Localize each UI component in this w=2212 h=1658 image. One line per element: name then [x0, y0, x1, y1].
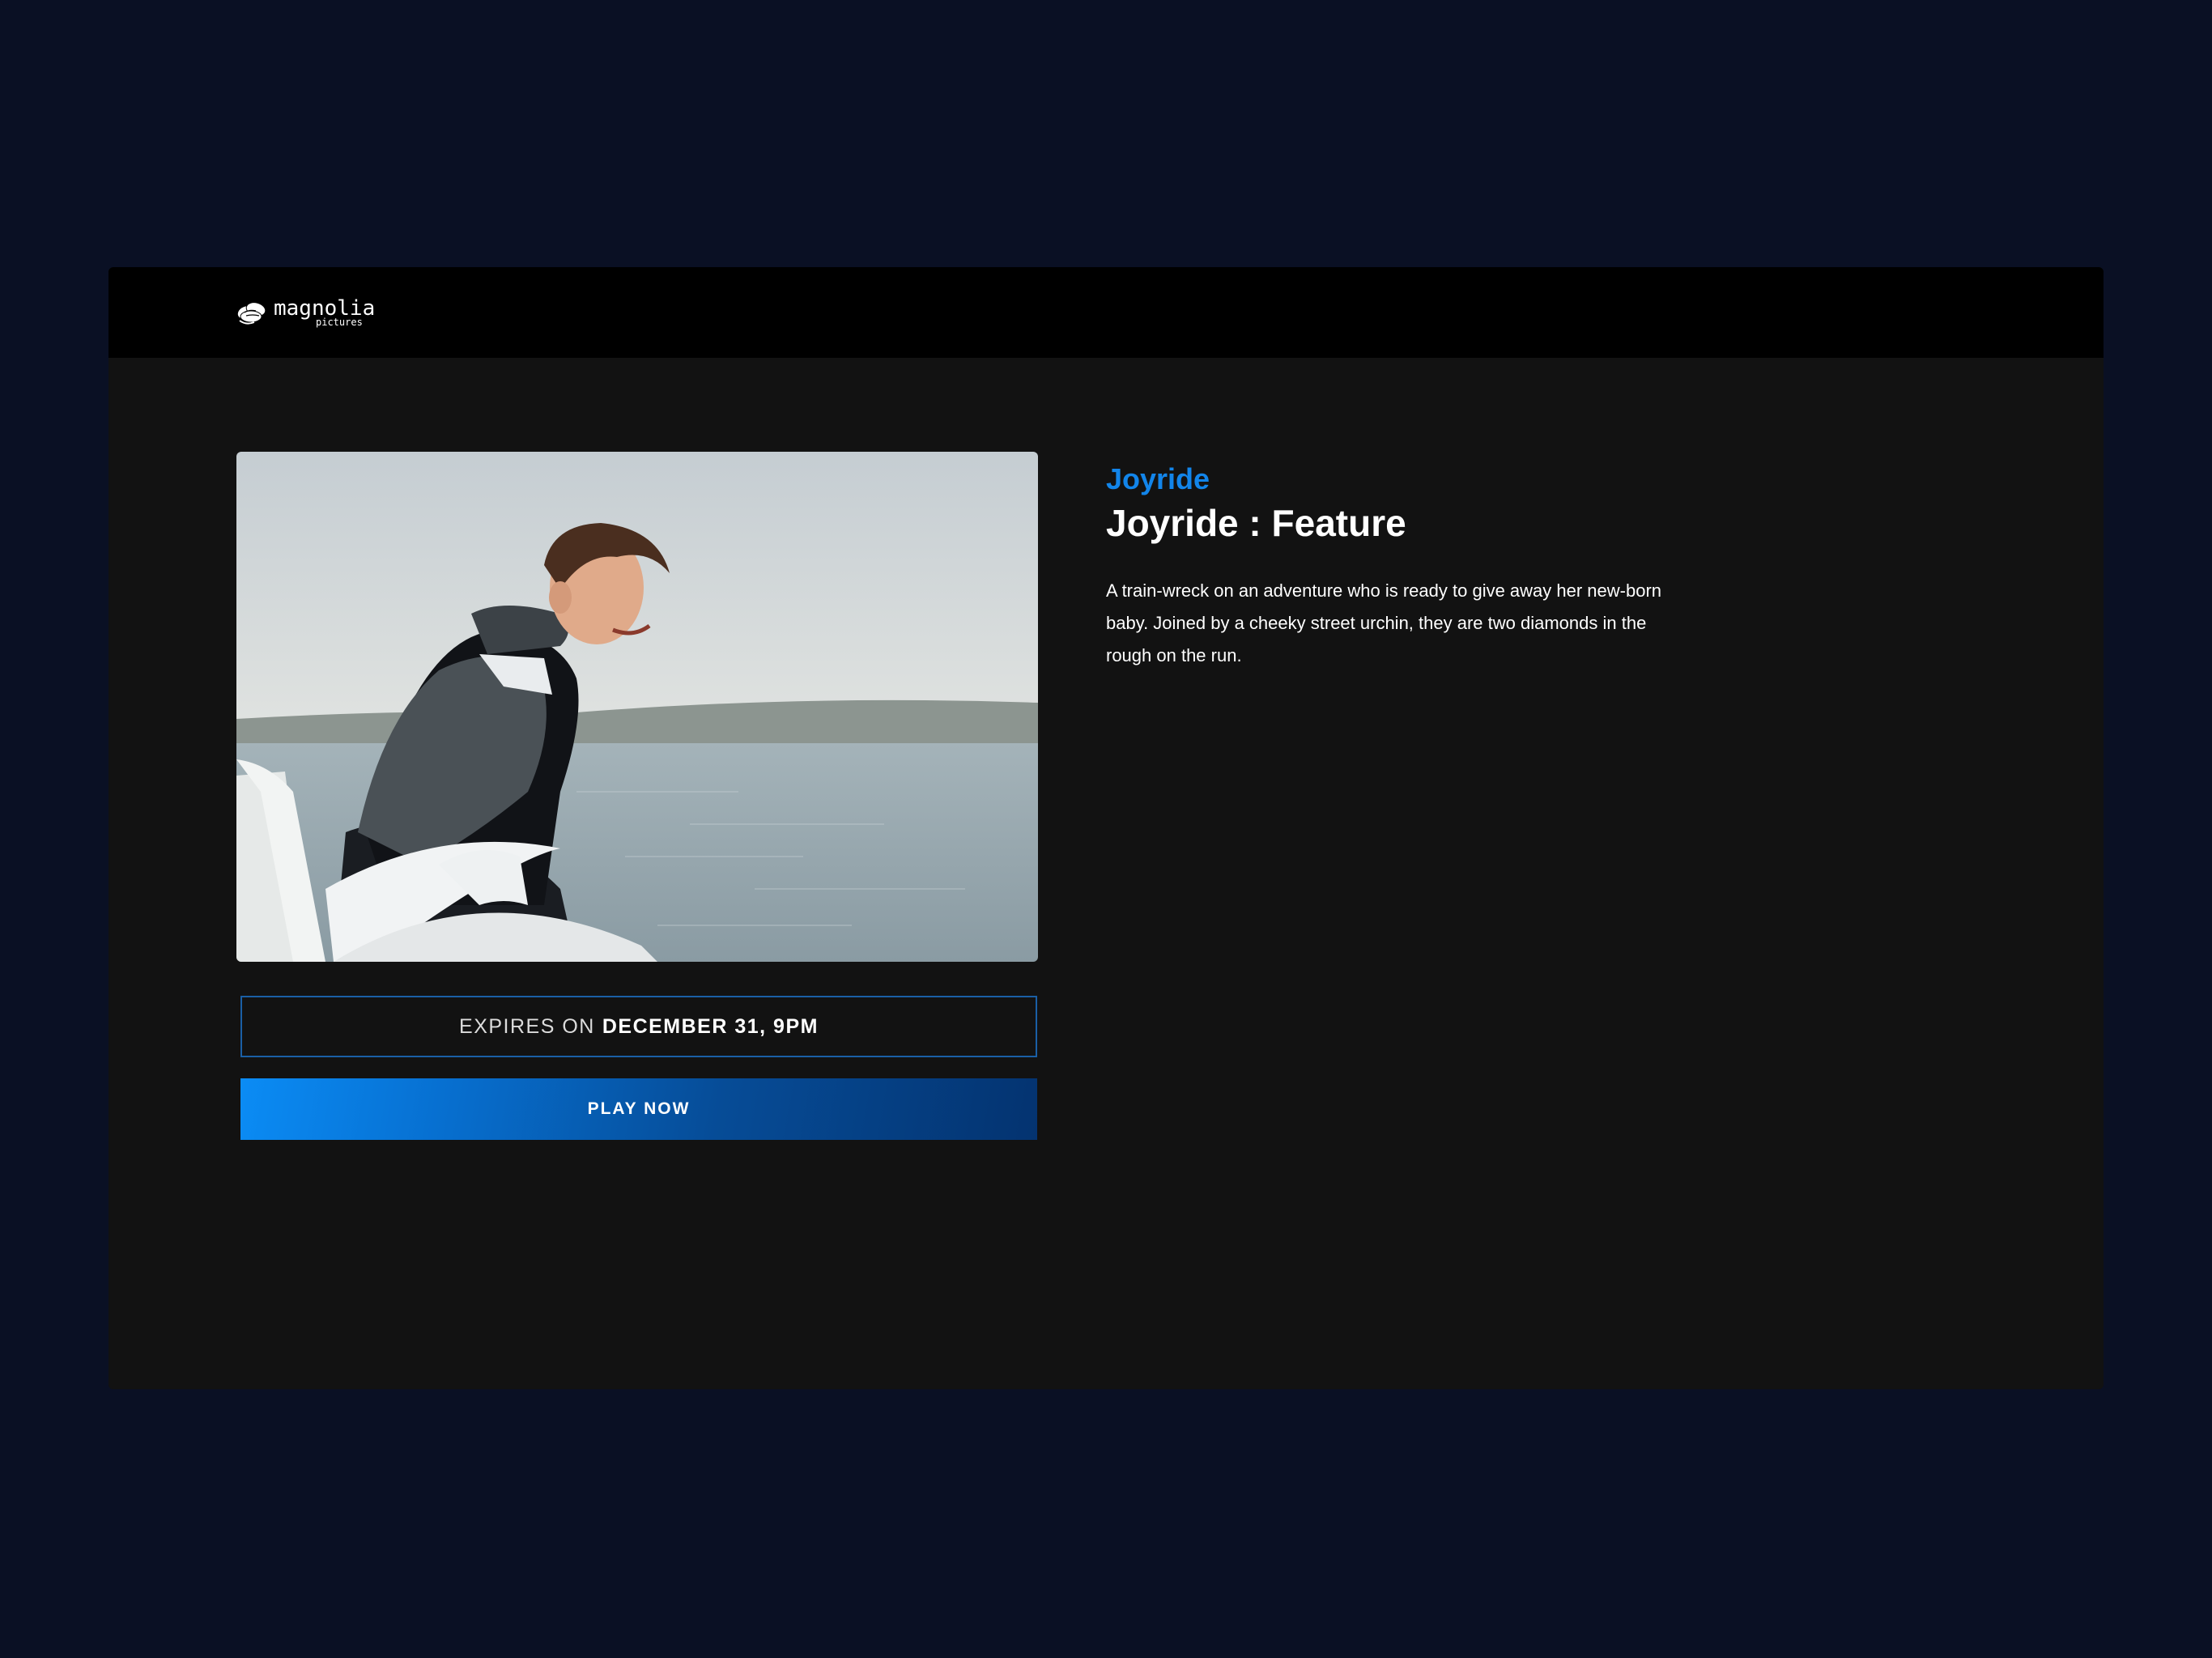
magnolia-logo[interactable]: magnolia pictures: [235, 295, 375, 330]
play-now-button[interactable]: PLAY NOW: [240, 1078, 1037, 1140]
thumbnail-image: [236, 452, 1038, 962]
expiry-prefix: EXPIRES ON: [459, 1014, 595, 1038]
expiry-date: DECEMBER 31, 9PM: [602, 1014, 819, 1038]
episode-title: Joyride : Feature: [1106, 502, 1406, 544]
detail-content: EXPIRES ON DECEMBER 31, 9PM PLAY NOW Joy…: [108, 358, 2104, 1389]
app-window: magnolia pictures EXPIRES ON DECEMBER 31…: [108, 267, 2104, 1389]
series-title[interactable]: Joyride: [1106, 461, 1721, 497]
logo-text: magnolia pictures: [274, 298, 375, 327]
title-info: Joyride Joyride : Feature A train-wreck …: [1106, 461, 1721, 672]
expiry-notice: EXPIRES ON DECEMBER 31, 9PM: [240, 996, 1037, 1057]
title-thumbnail[interactable]: [236, 452, 1038, 962]
magnolia-flower-icon: [236, 302, 266, 325]
description: A train-wreck on an adventure who is rea…: [1106, 580, 1662, 665]
top-bar: magnolia pictures: [108, 267, 2104, 358]
logo-subword: pictures: [316, 317, 363, 328]
